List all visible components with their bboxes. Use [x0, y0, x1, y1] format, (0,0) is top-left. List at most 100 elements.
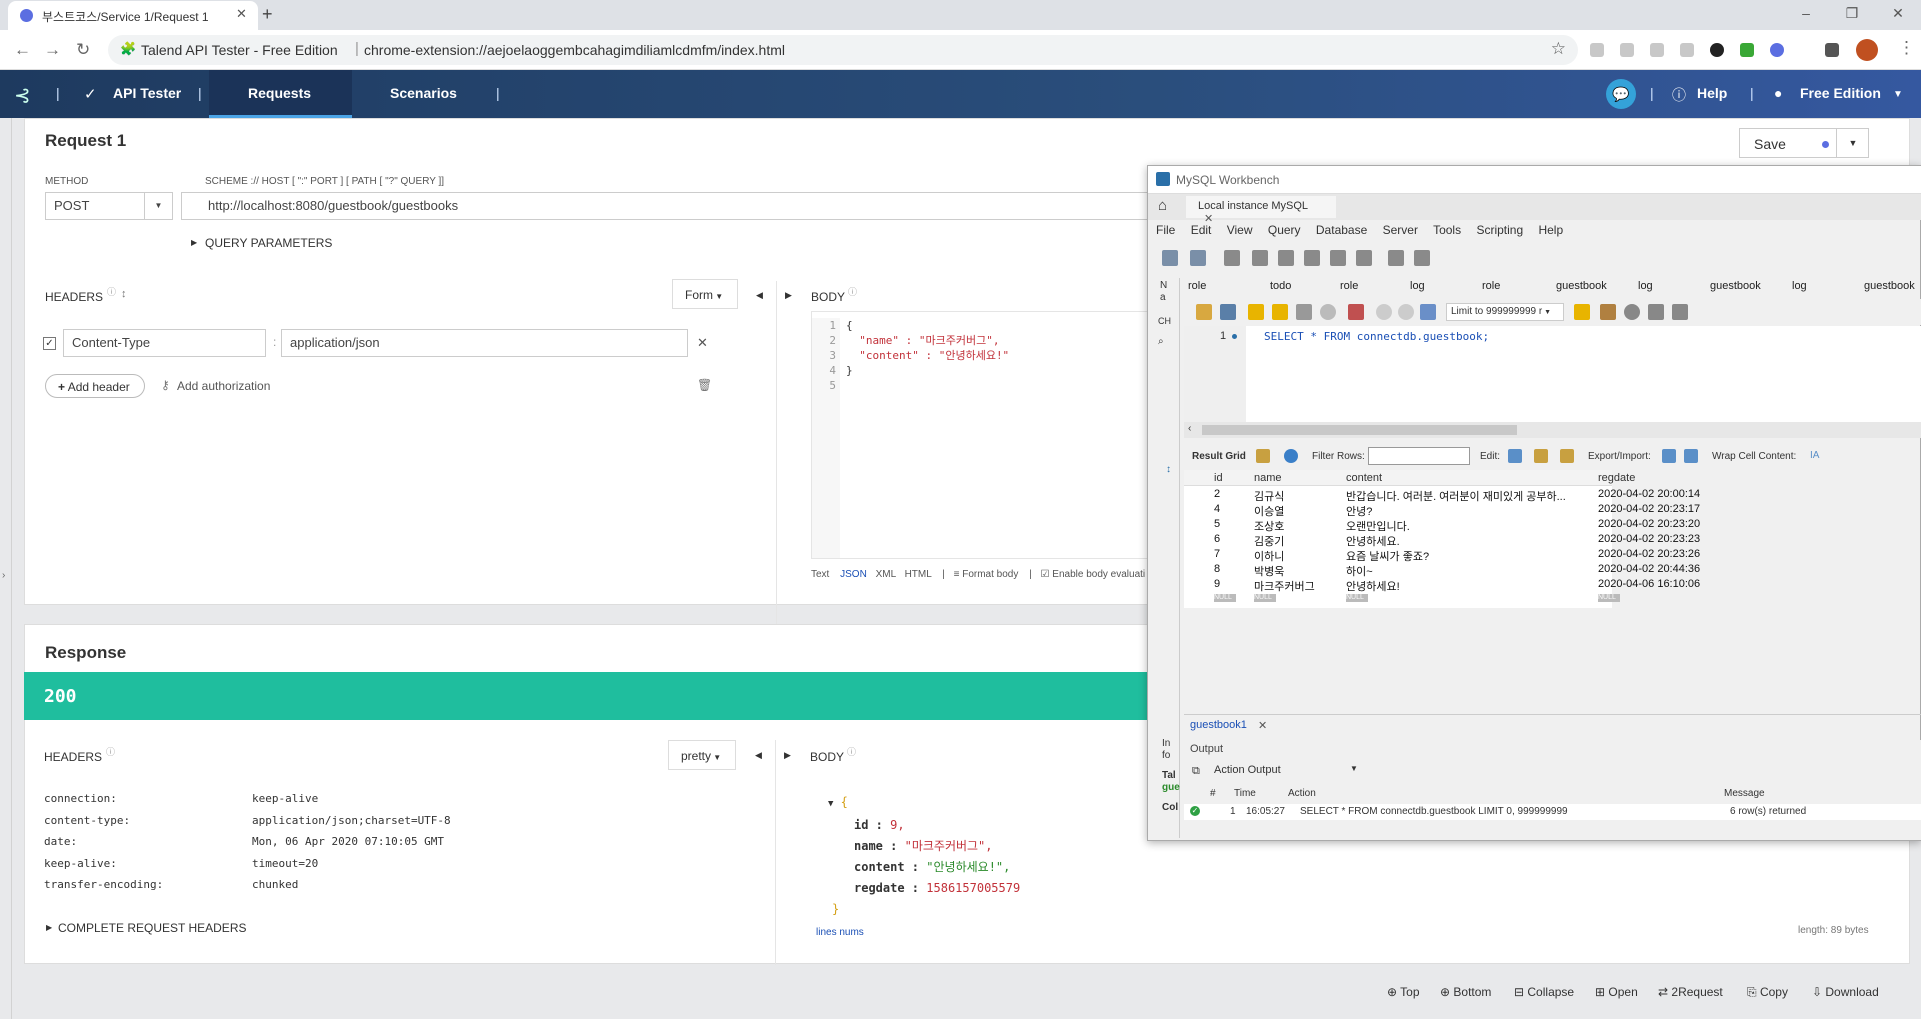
help-link[interactable]: Help: [1697, 85, 1727, 101]
create-table-icon[interactable]: [1278, 250, 1294, 266]
column-header-name[interactable]: name: [1254, 472, 1282, 484]
insert-row-icon[interactable]: [1534, 449, 1548, 463]
tab-scenarios[interactable]: Scenarios: [390, 85, 457, 101]
query-tab[interactable]: log: [1410, 280, 1425, 292]
wrap-cell-icon[interactable]: IA: [1810, 450, 1819, 461]
invisible-chars-icon[interactable]: [1648, 304, 1664, 320]
browser-tab[interactable]: 부스트코스/Service 1/Request 1 ✕: [8, 1, 258, 30]
tab-requests[interactable]: Requests: [209, 70, 352, 118]
limit-select[interactable]: Limit to 999999999 r ▼: [1446, 303, 1564, 321]
table-row[interactable]: 6 김중기 안녕하세요. 2020-04-02 20:23:23: [1184, 533, 1700, 549]
table-row[interactable]: NULL NULL NULL NULL: [1184, 593, 1620, 608]
minimize-icon[interactable]: –: [1783, 0, 1829, 28]
table-cell[interactable]: 2: [1214, 488, 1244, 500]
table-cell[interactable]: 김중기: [1254, 533, 1340, 549]
format-json[interactable]: JSON: [840, 569, 867, 580]
forward-icon[interactable]: →: [44, 40, 61, 60]
result-tab[interactable]: guestbook1: [1190, 719, 1247, 731]
expand-right-icon[interactable]: ▶: [784, 750, 791, 761]
table-cell[interactable]: 2020-04-02 20:23:26: [1598, 548, 1708, 560]
grid-icon[interactable]: [1256, 449, 1270, 463]
create-procedure-icon[interactable]: [1330, 250, 1346, 266]
import-icon[interactable]: [1684, 449, 1698, 463]
table-cell[interactable]: NULL: [1346, 594, 1368, 602]
save-button[interactable]: Save ▼: [1739, 128, 1869, 158]
top-button[interactable]: ⊕ Top: [1387, 985, 1420, 999]
toggle-errors-icon[interactable]: [1348, 304, 1364, 320]
avatar[interactable]: [1856, 39, 1878, 61]
table-cell[interactable]: 조상호: [1254, 518, 1340, 534]
close-window-icon[interactable]: ✕: [1875, 0, 1921, 28]
table-cell[interactable]: 요즘 날씨가 좋죠?: [1346, 548, 1596, 564]
column-header-id[interactable]: id: [1214, 472, 1223, 484]
new-tab-icon[interactable]: +: [262, 4, 273, 25]
table-row[interactable]: 4 이승열 안녕? 2020-04-02 20:23:17: [1184, 503, 1700, 518]
table-row[interactable]: 9 마크주커버그 안녕하세요! 2020-04-06 16:10:06: [1184, 578, 1700, 594]
header-enabled-checkbox[interactable]: ✓: [43, 337, 56, 350]
left-collapse-strip[interactable]: ›: [0, 118, 12, 1019]
menu-help[interactable]: Help: [1538, 223, 1563, 237]
filter-rows-input[interactable]: [1368, 447, 1470, 465]
extension-icon[interactable]: [1770, 43, 1784, 57]
header-value-input[interactable]: application/json: [281, 329, 688, 357]
talend-logo-icon[interactable]: ⊰: [14, 83, 31, 108]
result-grid-tab[interactable]: Result Grid: [1192, 451, 1246, 462]
menu-query[interactable]: Query: [1268, 223, 1301, 237]
wrap-lines-icon[interactable]: [1672, 304, 1688, 320]
pdf-extension-icon[interactable]: [1680, 43, 1694, 57]
collapse-json-icon[interactable]: ▼: [828, 799, 833, 809]
table-row[interactable]: 2 김규식 반갑습니다. 여러분. 여러분이 재미있게 공부하... 2020-04-…: [1184, 488, 1700, 504]
table-cell[interactable]: 2020-04-02 20:23:17: [1598, 503, 1708, 515]
table-cell[interactable]: 반갑습니다. 여러분. 여러분이 재미있게 공부하...: [1346, 488, 1596, 504]
download-button[interactable]: ⇩ Download: [1812, 985, 1879, 999]
table-cell[interactable]: 4: [1214, 503, 1244, 515]
copy-button[interactable]: ⎘ Copy: [1747, 985, 1788, 1000]
chevron-left-icon[interactable]: ‹: [1188, 423, 1191, 434]
bookmark-icon[interactable]: [1574, 304, 1590, 320]
table-cell[interactable]: 하이~: [1346, 563, 1596, 579]
collapse-left-icon[interactable]: ◀: [755, 750, 762, 761]
table-cell[interactable]: NULL: [1254, 594, 1276, 602]
form-mode-select[interactable]: Form ▼: [672, 279, 738, 309]
remove-header-icon[interactable]: ✕: [697, 335, 708, 351]
restore-icon[interactable]: ❐: [1829, 0, 1875, 28]
table-row[interactable]: 8 박병욱 하이~ 2020-04-02 20:44:36: [1184, 563, 1700, 579]
menu-server[interactable]: Server: [1383, 223, 1418, 237]
table-cell[interactable]: 박병욱: [1254, 563, 1340, 579]
query-tab[interactable]: guestbook: [1864, 280, 1915, 292]
menu-tools[interactable]: Tools: [1433, 223, 1461, 237]
extension-icon[interactable]: [1710, 43, 1724, 57]
url-input[interactable]: http://localhost:8080/guestbook/guestboo…: [181, 192, 1149, 220]
table-cell[interactable]: 2020-04-06 16:10:06: [1598, 578, 1708, 590]
query-tab[interactable]: role: [1340, 280, 1358, 292]
bookmark-star-icon[interactable]: ☆: [1551, 39, 1566, 59]
format-xml[interactable]: XML: [876, 569, 896, 580]
sort-icon[interactable]: ↕: [121, 288, 127, 300]
table-cell[interactable]: NULL: [1598, 594, 1620, 602]
header-name-input[interactable]: Content-Type: [63, 329, 266, 357]
collapse-button[interactable]: ⊟ Collapse: [1514, 985, 1574, 999]
table-cell[interactable]: 마크주커버그: [1254, 578, 1340, 594]
execute-current-icon[interactable]: [1272, 304, 1288, 320]
format-body-button[interactable]: ≡ Format body: [954, 569, 1019, 580]
create-schema-icon[interactable]: [1252, 250, 1268, 266]
search-table-icon[interactable]: [1388, 250, 1404, 266]
table-row[interactable]: 5 조상호 오랜만입니다. 2020-04-02 20:23:20: [1184, 518, 1700, 534]
table-cell[interactable]: 2020-04-02 20:00:14: [1598, 488, 1708, 500]
table-cell[interactable]: 이하니: [1254, 548, 1340, 564]
query-tab[interactable]: guestbook: [1710, 280, 1761, 292]
delete-row-icon[interactable]: [1560, 449, 1574, 463]
table-cell[interactable]: NULL: [1214, 594, 1236, 602]
expand-right-icon[interactable]: ▶: [785, 290, 792, 301]
open-folder-icon[interactable]: [1196, 304, 1212, 320]
query-tab[interactable]: guestbook: [1556, 280, 1607, 292]
caret-right-icon[interactable]: ▶: [191, 238, 197, 247]
beautify-icon[interactable]: [1600, 304, 1616, 320]
table-cell[interactable]: 2020-04-02 20:23:20: [1598, 518, 1708, 530]
pretty-select[interactable]: pretty ▼: [668, 740, 736, 770]
menu-edit[interactable]: Edit: [1191, 223, 1212, 237]
extension-icon[interactable]: [1620, 43, 1634, 57]
bottom-button[interactable]: ⊕ Bottom: [1440, 985, 1491, 999]
rollback-icon[interactable]: [1398, 304, 1414, 320]
table-cell[interactable]: 안녕하세요!: [1346, 578, 1596, 594]
